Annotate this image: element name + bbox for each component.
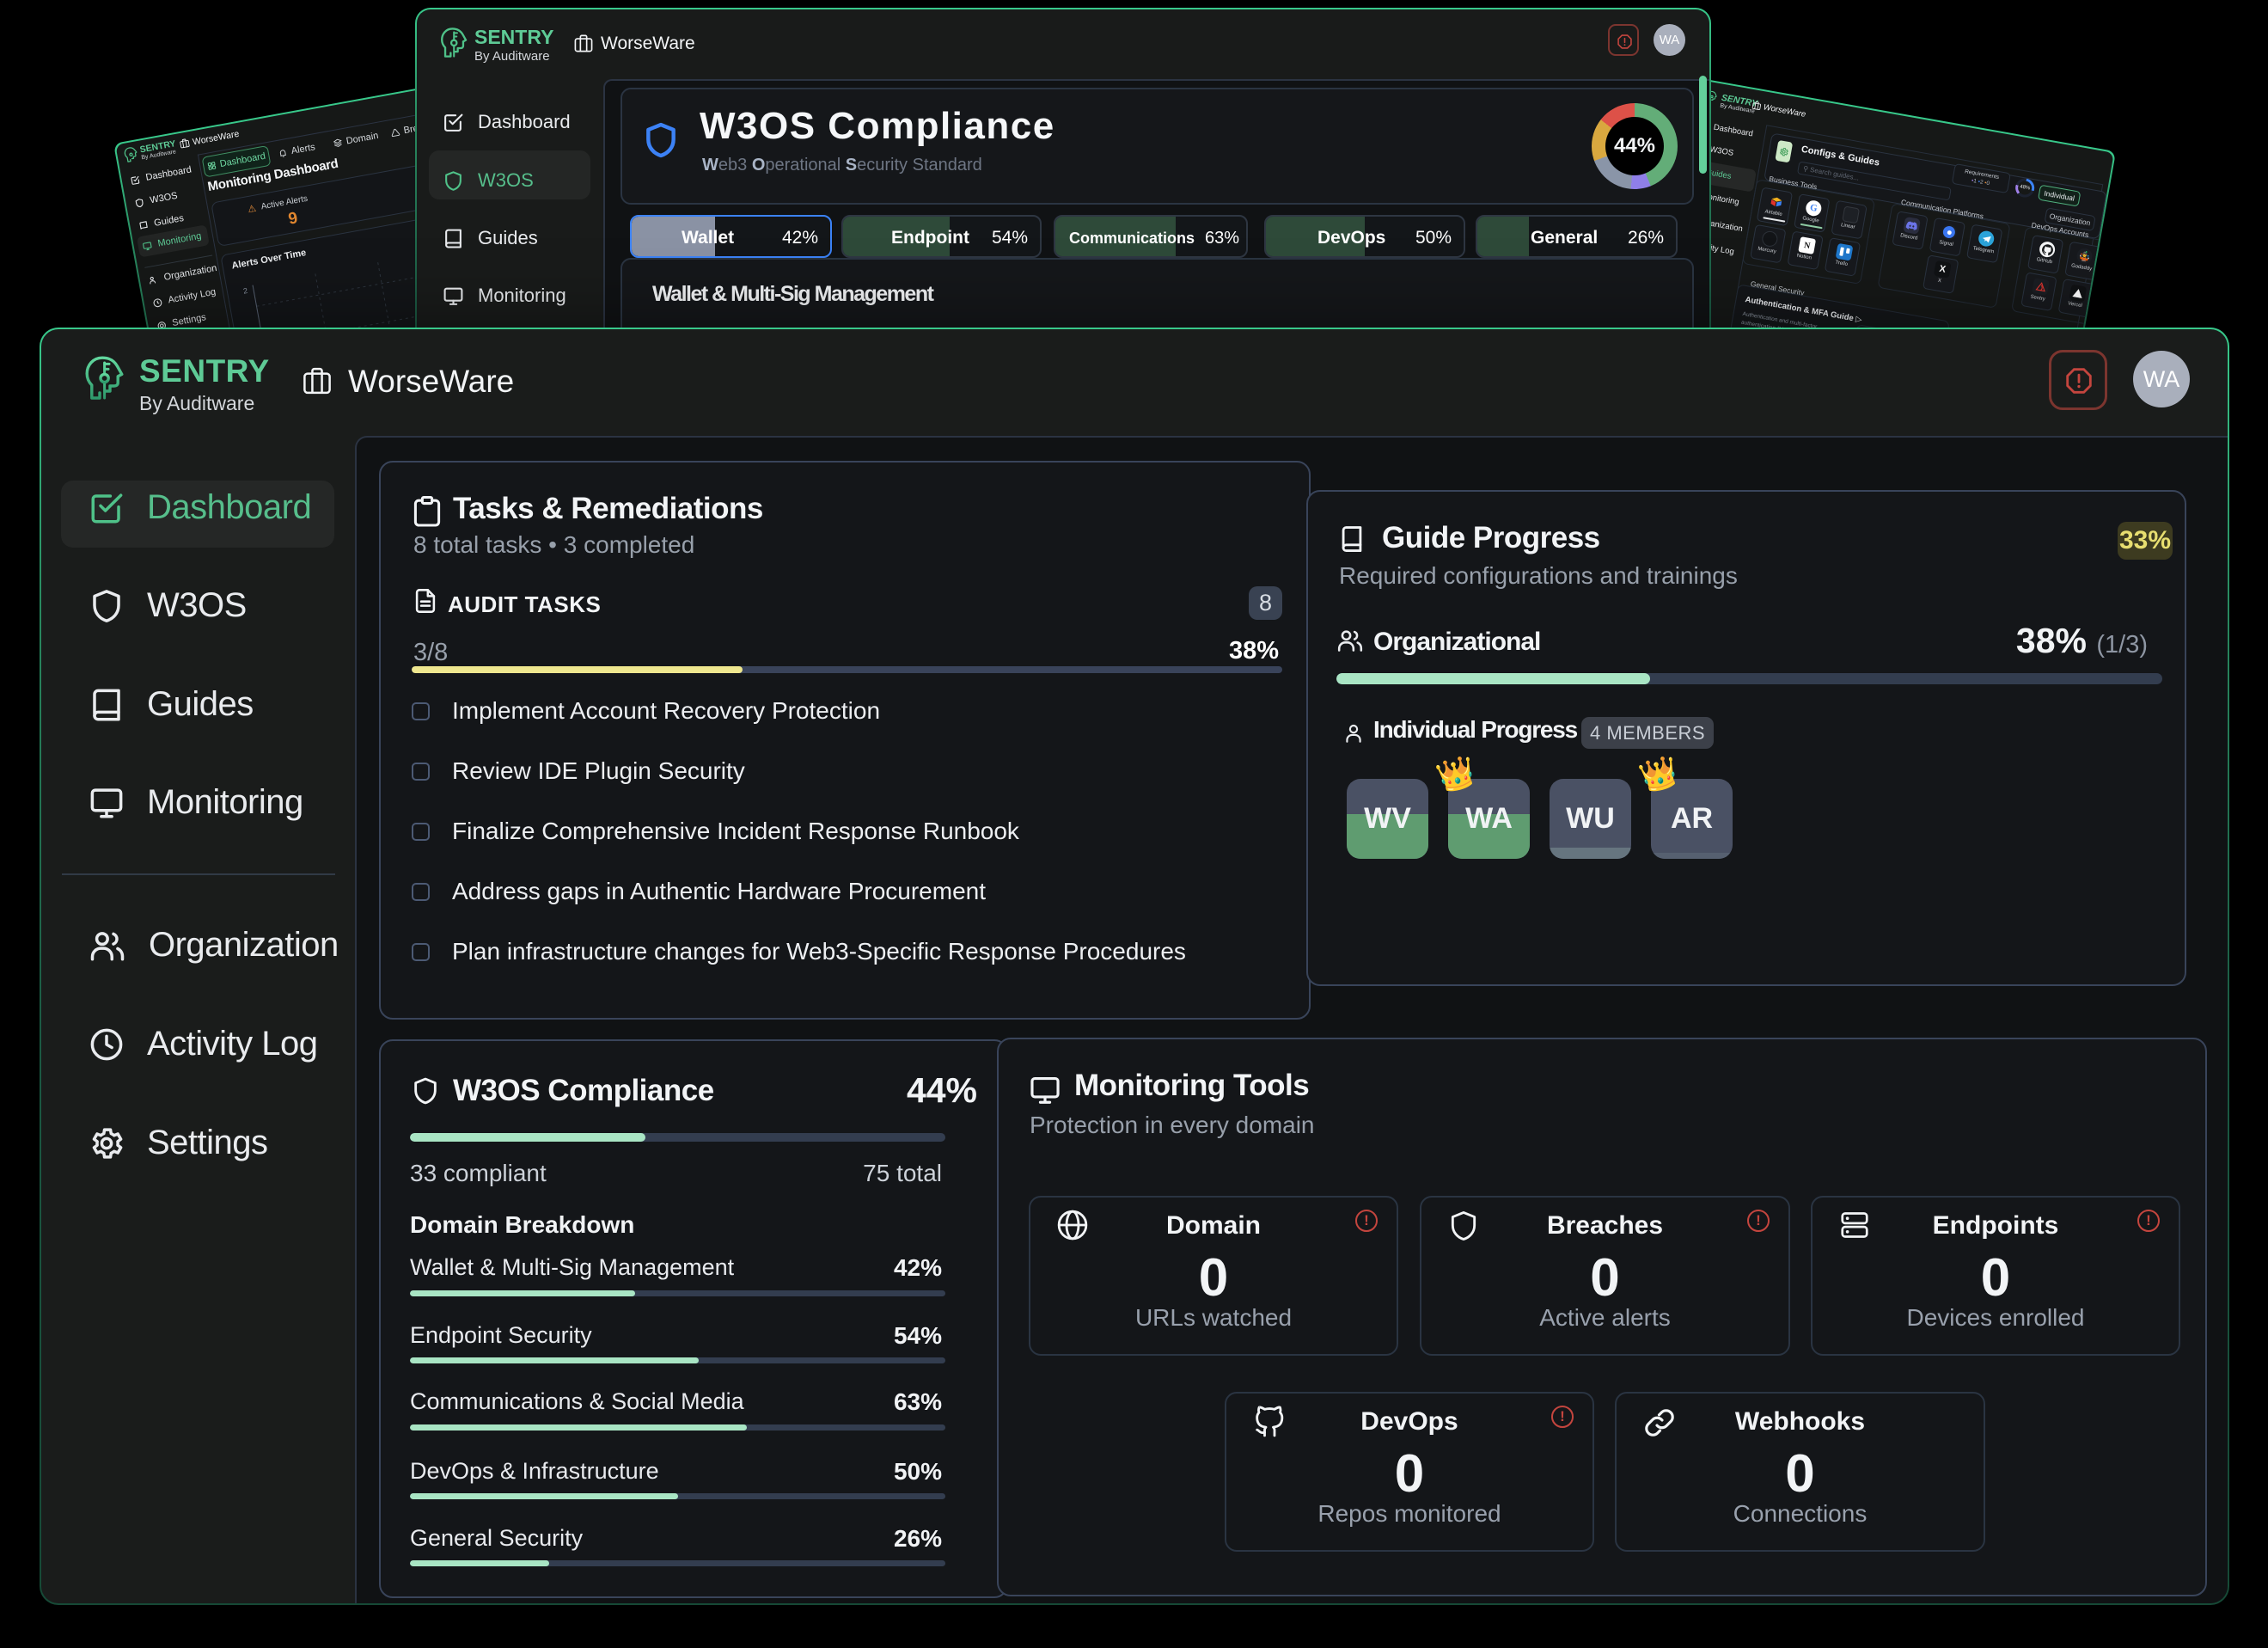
svg-text:2: 2 [242,286,248,296]
